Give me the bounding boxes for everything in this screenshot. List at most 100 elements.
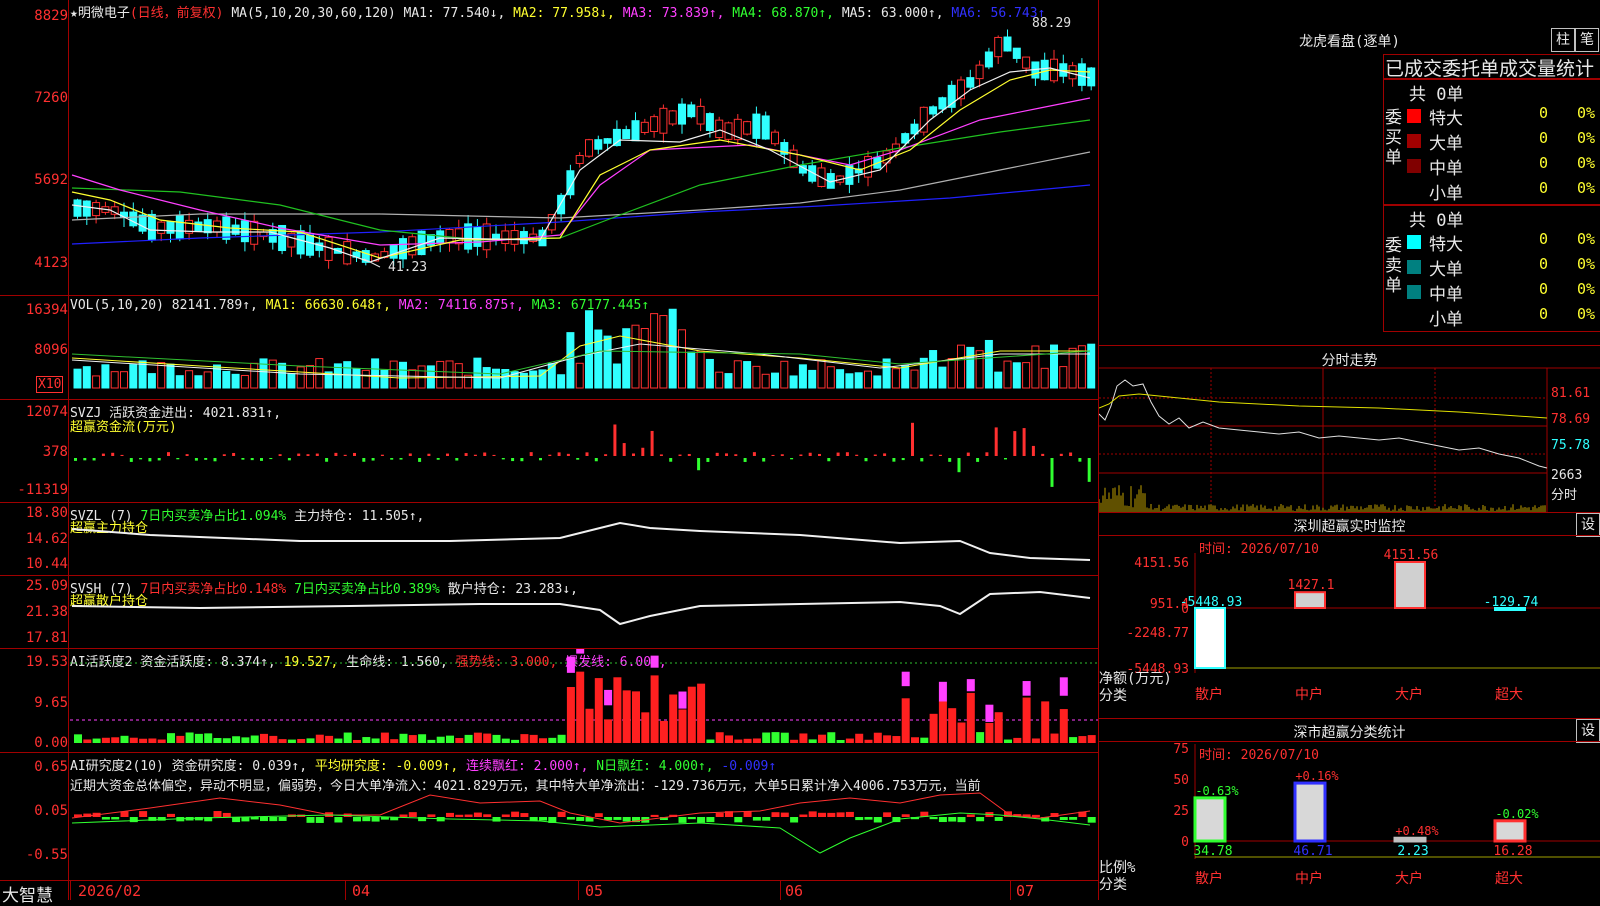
research-bar — [966, 814, 975, 817]
fund-flow-bar — [74, 458, 77, 461]
activity-bar — [725, 735, 733, 743]
sz-category-label: 超大 — [1495, 687, 1523, 703]
kline-panel[interactable]: ★明微电子(日线，前复权) MA(5,10,20,30,60,120) MA1:… — [0, 0, 1098, 296]
volume-bar — [101, 364, 110, 389]
stat-bar — [1193, 796, 1227, 843]
sz-stat-panel[interactable]: 深市超赢分类统计 设 时间: 2026/07/10 75 50 25 0 -0.63% 3… — [1099, 718, 1600, 901]
fund-flow-bar — [697, 458, 701, 471]
volume-bar — [752, 365, 761, 389]
svzj-chart — [74, 422, 1091, 487]
fund-flow-bar — [1004, 458, 1007, 460]
research-bar — [111, 817, 120, 820]
volume-bar — [854, 372, 863, 389]
volume-panel[interactable]: VOL(5,10,20) 82141.789↑, MA1: 66630.648↑… — [0, 296, 1098, 400]
research-bar — [873, 817, 882, 823]
candle — [612, 128, 621, 147]
volume-bar — [808, 369, 817, 389]
activity-bar — [883, 735, 892, 743]
volume-bar — [250, 362, 259, 389]
svzl-panel[interactable]: SVZL (7) 7日内买卖净占比1.094% 主力持仓: 11.505↑, 超… — [0, 503, 1098, 576]
research-bar — [864, 817, 873, 820]
fund-flow-bar — [139, 458, 143, 460]
fund-flow-bar — [938, 454, 942, 456]
activity-bar — [232, 736, 241, 743]
sell-row-pct: 0% — [1577, 280, 1596, 298]
research-bar — [566, 817, 575, 820]
svsh-panel[interactable]: SVSH (7) 7日内买卖净占比0.148% 7日内买卖净占比0.389% 散… — [0, 576, 1098, 649]
fund-flow-bar — [548, 454, 552, 456]
activity-bar — [771, 732, 780, 743]
activity-bar — [399, 733, 408, 743]
research-bar — [427, 814, 436, 817]
activity-bar — [697, 683, 706, 743]
activity-bar — [278, 739, 287, 743]
volume-bar — [873, 375, 882, 389]
research-bar — [101, 817, 110, 820]
activity-bar — [129, 737, 138, 743]
activity-bar — [818, 734, 826, 743]
fund-flow-bar — [650, 430, 654, 456]
candle — [436, 230, 445, 244]
fund-flow-bar — [873, 454, 877, 456]
research-bar — [399, 814, 408, 817]
fund-flow-bar — [1031, 445, 1035, 456]
stat-change-label: +0.48% — [1395, 824, 1439, 838]
candle — [705, 113, 714, 131]
ai-active-panel[interactable]: AI活跃度2 资金活跃度: 8.374↑, 19.527, 生命线: 1.560… — [0, 649, 1098, 753]
activity-bar — [641, 712, 650, 743]
deal-stats-tab[interactable]: 已成交委托单成交量统计 — [1385, 54, 1594, 81]
volume-bar — [240, 374, 249, 389]
sz-category-label: 大户 — [1395, 686, 1423, 703]
volume-bar — [259, 358, 268, 389]
sz-category-label: 中户 — [1295, 686, 1323, 703]
ai-research-chart — [71, 792, 1096, 854]
fund-flow-bar — [83, 458, 87, 461]
volume-bar — [194, 375, 203, 389]
activity-bar — [120, 735, 129, 743]
activity-bar — [613, 677, 622, 743]
fund-flow-bar — [976, 458, 980, 462]
volume-bar — [798, 364, 807, 389]
volume-bar — [603, 335, 612, 389]
fund-flow-bar — [129, 458, 133, 462]
fund-flow-bar — [883, 453, 887, 456]
activity-bar — [539, 738, 547, 743]
tick-mode-button[interactable]: 笔 — [1575, 28, 1599, 52]
volume-bar — [947, 358, 956, 389]
sz-monitor-panel[interactable]: 深圳超赢实时监控 设 时间: 2026/07/10 4151.56 951.4 0-… — [1099, 512, 1600, 718]
candle — [659, 107, 668, 134]
fund-flow-bar — [827, 458, 831, 462]
lhb-panel[interactable]: 龙虎看盘(逐单) 柱 笔 已成交委托单成交量统计 委买单 委卖单 共 0单 共 … — [1099, 0, 1600, 345]
volume-bar — [454, 363, 463, 389]
volume-bar — [817, 359, 826, 389]
ai-research-panel[interactable]: AI研究度2(10) 资金研究度: 0.039↑, 平均研究度: -0.009↑… — [0, 753, 1098, 881]
activity-bar — [408, 735, 417, 743]
candle — [668, 110, 677, 125]
candle — [929, 106, 938, 115]
bar-mode-button[interactable]: 柱 — [1551, 28, 1575, 52]
candle — [640, 121, 649, 133]
fund-flow-bar — [725, 453, 728, 456]
activity-bar — [1022, 697, 1031, 743]
svzj-panel[interactable]: SVZJ 活跃资金进出: 4021.831↑, 超赢资金流(万元) 12074 … — [0, 400, 1098, 503]
fund-flow-bar — [641, 447, 645, 456]
candle — [761, 115, 770, 140]
candle — [399, 238, 407, 260]
buy-row-pct: 0% — [1577, 154, 1596, 172]
fund-flow-bar — [390, 458, 394, 460]
sell-label: 委卖单 — [1385, 236, 1402, 296]
stat-x-unit: 分类 — [1099, 877, 1127, 893]
research-bar — [855, 817, 864, 821]
volume-bar — [92, 375, 101, 389]
sell-row-name: 大单 — [1429, 260, 1463, 280]
buy-label: 委买单 — [1385, 108, 1402, 168]
research-bar — [473, 812, 482, 817]
candle — [1077, 63, 1086, 86]
research-bar — [371, 817, 380, 822]
volume-bar — [668, 308, 677, 389]
intraday-panel[interactable]: 分时走势 81.61 78.69 75.78 2663 分时 — [1099, 345, 1600, 512]
volume-bar — [166, 363, 175, 389]
activity-bar — [297, 738, 306, 743]
activity-bar — [762, 732, 771, 743]
kline-chart[interactable]: 88.29 41.23 — [0, 0, 1098, 295]
